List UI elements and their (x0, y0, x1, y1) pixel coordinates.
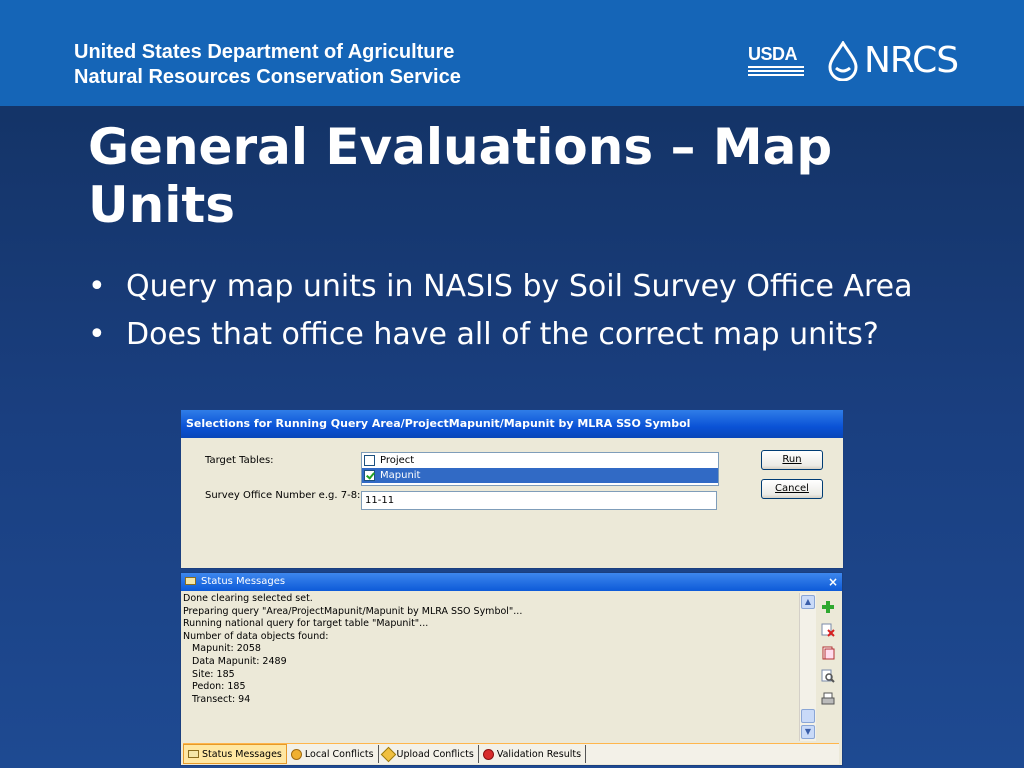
status-log: Done clearing selected set. Preparing que… (183, 593, 797, 741)
log-line: Site: 185 (183, 668, 235, 680)
query-selection-dialog: Selections for Running Query Area/Projec… (180, 409, 844, 569)
error-icon (482, 748, 494, 760)
sso-label: Survey Office Number e.g. 7-8: (205, 490, 361, 501)
status-log-scrollbar[interactable]: ▲ ▼ (799, 593, 816, 741)
log-line: Running national query for target table … (183, 618, 429, 630)
tab-label: Validation Results (496, 748, 582, 760)
log-line: Number of data objects found: (183, 630, 329, 642)
preview-icon[interactable] (820, 668, 836, 684)
usda-logo-stripes (748, 66, 804, 80)
scroll-thumb[interactable] (801, 709, 815, 723)
usda-logo: USDA (748, 44, 798, 64)
checkbox-checked-icon[interactable] (364, 470, 375, 481)
nrcs-logo-text: NRCS (864, 40, 959, 81)
status-panel-title: Status Messages (201, 576, 286, 587)
status-tabs: Status Messages Local Conflicts Upload C… (183, 743, 839, 764)
tab-label: Local Conflicts (304, 748, 374, 760)
status-messages-panel: Status Messages × Done clearing selected… (180, 572, 843, 766)
print-icon[interactable] (820, 691, 836, 707)
bullet-item: • Does that office have all of the correc… (88, 316, 968, 354)
conflict-arrows-icon (290, 748, 302, 760)
upload-conflict-icon (380, 746, 396, 762)
tab-upload-conflicts[interactable]: Upload Conflicts (379, 745, 479, 763)
agency-line-2: Natural Resources Conservation Service (74, 66, 461, 88)
scroll-up-icon[interactable]: ▲ (801, 595, 815, 609)
copy-icon[interactable] (820, 645, 836, 661)
log-line: Mapunit: 2058 (183, 643, 261, 655)
bullet-text: Does that office have all of the correct… (126, 317, 879, 352)
sso-number-input[interactable]: 11-11 (361, 491, 717, 510)
bullet-dot: • (88, 269, 106, 304)
envelope-icon (188, 750, 199, 758)
log-line: Preparing query "Area/ProjectMapunit/Map… (183, 605, 523, 617)
tab-validation-results[interactable]: Validation Results (479, 745, 587, 763)
tab-label: Upload Conflicts (396, 748, 474, 760)
run-button[interactable]: Run (761, 450, 823, 470)
water-drop-icon (828, 40, 858, 81)
bullet-list: • Query map units in NASIS by Soil Survey… (88, 268, 968, 364)
nrcs-logo: NRCS (826, 40, 959, 81)
envelope-icon (185, 577, 196, 585)
bullet-text: Query map units in NASIS by Soil Survey … (126, 269, 913, 304)
agency-line-1: United States Department of Agriculture (74, 41, 455, 63)
log-line: Transect: 94 (183, 693, 251, 705)
checkbox-icon[interactable] (364, 455, 375, 466)
header-bar: United States Department of Agriculture … (0, 0, 1024, 106)
status-toolbar (817, 595, 839, 741)
add-icon[interactable] (820, 599, 836, 615)
tab-status-messages[interactable]: Status Messages (183, 744, 287, 764)
dialog-body: Target Tables: Project Mapunit Survey Of… (181, 438, 843, 568)
log-line: Done clearing selected set. (183, 593, 313, 604)
close-icon[interactable]: × (828, 573, 838, 591)
slide-title: General Evaluations – Map Units (88, 118, 833, 234)
logos: USDA NRCS (744, 40, 959, 84)
option-label: Mapunit (380, 470, 421, 481)
scroll-down-icon[interactable]: ▼ (801, 725, 815, 739)
target-table-option-mapunit[interactable]: Mapunit (362, 468, 718, 483)
tab-label: Status Messages (202, 748, 282, 760)
target-tables-label: Target Tables: (205, 455, 274, 466)
target-tables-list[interactable]: Project Mapunit (361, 452, 719, 486)
tab-local-conflicts[interactable]: Local Conflicts (287, 745, 379, 763)
bullet-item: • Query map units in NASIS by Soil Survey… (88, 268, 968, 306)
cancel-button[interactable]: Cancel (761, 479, 823, 499)
agency-name: United States Department of Agriculture … (74, 40, 461, 90)
status-panel-title-bar: Status Messages × (181, 573, 842, 591)
log-line: Pedon: 185 (183, 681, 246, 693)
bullet-dot: • (88, 317, 106, 352)
log-line: Data Mapunit: 2489 (183, 655, 287, 667)
delete-icon[interactable] (820, 622, 836, 638)
target-table-option-project[interactable]: Project (362, 453, 718, 468)
option-label: Project (380, 455, 415, 466)
dialog-title: Selections for Running Query Area/Projec… (181, 410, 843, 438)
